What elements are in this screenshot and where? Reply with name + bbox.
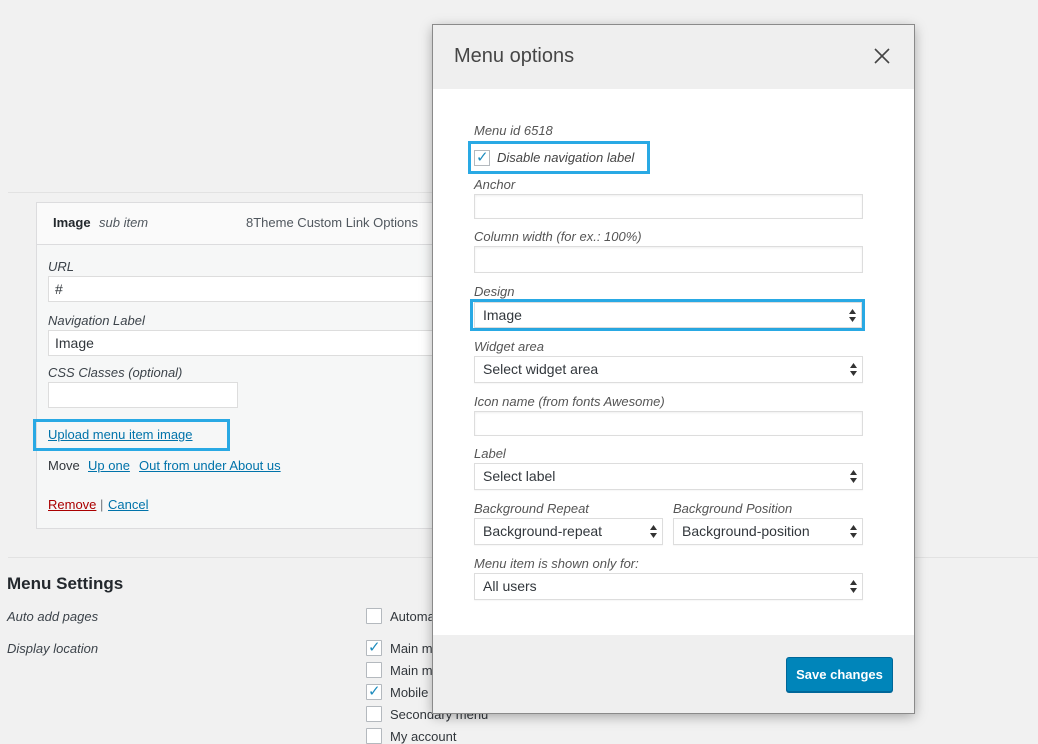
menu-item-title: Image	[53, 215, 91, 230]
menu-item-subtitle: sub item	[99, 215, 149, 230]
design-select[interactable]: Image	[474, 302, 862, 328]
select-arrows-icon	[850, 363, 857, 376]
icon-name-input[interactable]	[474, 411, 863, 436]
modal-header: Menu options	[433, 25, 914, 89]
select-arrows-icon	[850, 525, 857, 538]
divider	[8, 192, 433, 193]
menu-id-label: Menu id 6518	[474, 123, 553, 138]
background-repeat-select-value: Background-repeat	[483, 523, 603, 539]
background-repeat-select[interactable]: Background-repeat	[474, 518, 663, 545]
widget-area-select-value: Select widget area	[483, 361, 599, 377]
anchor-label: Anchor	[474, 177, 516, 192]
column-width-label: Column width (for ex.: 100%)	[474, 229, 642, 244]
shown-only-for-select[interactable]: All users	[474, 573, 863, 600]
background-repeat-label: Background Repeat	[474, 501, 589, 516]
checkmark-icon: ✓	[368, 683, 381, 700]
cancel-link[interactable]: Cancel	[108, 497, 148, 512]
menu-options-modal: Menu options Menu id 6518 ✓ Disable navi…	[433, 25, 914, 713]
modal-footer: Save changes	[433, 635, 914, 713]
location-checkbox[interactable]: ✓	[366, 639, 382, 656]
move-out-from-under-link[interactable]: Out from under About us	[139, 458, 281, 473]
navigation-label-input[interactable]: Image	[48, 330, 438, 356]
background-position-select[interactable]: Background-position	[673, 518, 863, 545]
column-width-input[interactable]	[474, 246, 863, 273]
display-location-label: Display location	[7, 641, 99, 656]
select-arrows-icon	[650, 525, 657, 538]
checkmark-icon: ✓	[368, 639, 381, 656]
label-select-value: Select label	[483, 468, 556, 484]
location-checkbox[interactable]	[366, 662, 382, 678]
auto-add-pages-label: Auto add pages	[7, 609, 99, 624]
icon-name-label: Icon name (from fonts Awesome)	[474, 394, 665, 409]
auto-add-pages-checkbox[interactable]	[366, 608, 382, 624]
label-select[interactable]: Select label	[474, 463, 863, 490]
separator: |	[100, 497, 104, 512]
remove-link[interactable]: Remove	[48, 497, 96, 512]
shown-only-for-label: Menu item is shown only for:	[474, 556, 639, 571]
move-up-one-link[interactable]: Up one	[88, 458, 130, 473]
location-checkbox[interactable]	[366, 706, 382, 722]
widget-area-label: Widget area	[474, 339, 544, 354]
location-label: Mobile	[390, 685, 429, 700]
select-arrows-icon	[850, 470, 857, 483]
css-classes-input[interactable]	[48, 382, 238, 408]
disable-navigation-label-text: Disable navigation label	[497, 150, 635, 165]
move-label: Move	[48, 458, 80, 473]
select-arrows-icon	[849, 309, 856, 322]
css-classes-label: CSS Classes (optional)	[48, 365, 183, 380]
label-field-label: Label	[474, 446, 506, 461]
anchor-input[interactable]	[474, 194, 863, 219]
url-input[interactable]: #	[48, 276, 438, 302]
close-icon-glyph	[874, 48, 890, 64]
shown-only-for-select-value: All users	[483, 578, 537, 594]
location-checkbox[interactable]: ✓	[366, 683, 382, 700]
url-label: URL	[48, 259, 75, 274]
menu-settings-title: Menu Settings	[7, 574, 124, 593]
design-select-value: Image	[483, 307, 522, 323]
background-position-select-value: Background-position	[682, 523, 810, 539]
location-label: Main m	[390, 663, 433, 678]
menu-item-type: 8Theme Custom Link Options	[246, 215, 418, 230]
modal-title: Menu options	[454, 45, 575, 67]
select-arrows-icon	[850, 580, 857, 593]
auto-add-pages-option-label: Automa	[390, 609, 435, 624]
location-label: Main m	[390, 641, 433, 656]
navigation-label-label: Navigation Label	[48, 313, 145, 328]
checkmark-icon: ✓	[476, 149, 489, 166]
design-label: Design	[474, 284, 515, 299]
background-position-label: Background Position	[673, 501, 793, 516]
close-icon[interactable]	[867, 41, 897, 71]
disable-navigation-label-checkbox[interactable]: ✓	[474, 149, 490, 166]
save-changes-button[interactable]: Save changes	[786, 657, 893, 692]
widget-area-select[interactable]: Select widget area	[474, 356, 863, 383]
upload-menu-item-image-link[interactable]: Upload menu item image	[48, 427, 193, 442]
